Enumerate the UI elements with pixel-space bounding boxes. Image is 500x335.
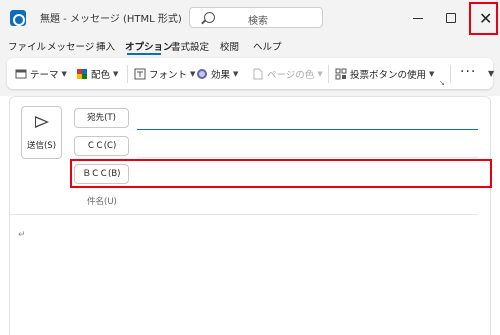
subject-label: 件名(U) <box>87 197 117 207</box>
active-tab-indicator <box>127 53 161 55</box>
chevron-down-icon: ▼ <box>429 70 435 78</box>
dialog-launcher-icon[interactable]: ↘ <box>439 79 445 87</box>
ribbon-separator <box>328 65 329 83</box>
ribbon-separator <box>127 65 128 83</box>
close-button[interactable]: ✕ <box>469 2 498 35</box>
page-color-button[interactable]: ページの色 ▼ <box>252 66 323 82</box>
search-placeholder: 検索 <box>248 16 268 27</box>
menu-message[interactable]: メッセージ <box>47 39 94 53</box>
compose-area <box>9 96 491 335</box>
theme-button[interactable]: テーマ ▼ <box>15 66 67 82</box>
page-color-label: ページの色 <box>267 70 315 81</box>
colors-button[interactable]: 配色 ▼ <box>76 66 118 82</box>
close-icon: ✕ <box>479 9 493 28</box>
ribbon-area: テーマ ▼ 配色 ▼ フォント ▼ 効果 ▼ ページの色 ▼ 投票ボタンの使用 … <box>0 56 500 96</box>
body-paragraph-mark: ↵ <box>18 230 26 240</box>
ribbon-separator <box>450 65 451 83</box>
menu-options[interactable]: オプション <box>125 39 173 53</box>
ribbon-toolbar: テーマ ▼ 配色 ▼ フォント ▼ 効果 ▼ ページの色 ▼ 投票ボタンの使用 … <box>7 58 494 89</box>
subject-field[interactable] <box>10 214 478 215</box>
colors-label: 配色 <box>91 70 111 81</box>
search-icon <box>204 12 215 23</box>
font-icon <box>134 68 146 80</box>
theme-icon <box>15 68 27 80</box>
effects-label: 効果 <box>211 70 231 81</box>
chevron-down-icon[interactable]: ▼ <box>488 69 494 78</box>
send-button[interactable]: 送信(S) <box>21 106 62 159</box>
menu-format[interactable]: 書式設定 <box>171 39 209 53</box>
to-button[interactable]: 宛先(T) <box>74 108 129 128</box>
theme-label: テーマ <box>30 70 59 81</box>
fonts-label: フォント <box>149 70 188 81</box>
outlook-app-icon <box>10 10 26 26</box>
menu-bar: ファイル メッセージ 挿入 オプション 書式設定 校閲 ヘルプ <box>0 36 500 56</box>
fonts-button[interactable]: フォント ▼ <box>134 66 195 82</box>
title-bar: 無題 - メッセージ (HTML 形式) 検索 ✕ <box>0 0 500 36</box>
cc-field[interactable] <box>137 157 478 158</box>
chevron-down-icon: ▼ <box>317 70 323 78</box>
chevron-down-icon: ▼ <box>233 70 239 78</box>
more-options-icon[interactable]: ··· <box>460 64 476 80</box>
color-palette-icon <box>76 68 88 80</box>
effects-button[interactable]: 効果 ▼ <box>196 66 238 82</box>
window-title: 無題 - メッセージ (HTML 形式) <box>40 14 182 25</box>
send-label: 送信(S) <box>26 141 57 151</box>
chevron-down-icon: ▼ <box>190 70 196 78</box>
send-icon <box>35 116 49 128</box>
bcc-highlight-box <box>70 159 492 188</box>
voting-buttons-label: 投票ボタンの使用 <box>350 70 427 81</box>
effects-icon <box>196 68 208 80</box>
search-box[interactable]: 検索 <box>189 7 323 28</box>
voting-buttons-button[interactable]: 投票ボタンの使用 ▼ <box>335 66 434 82</box>
page-color-icon <box>252 68 264 80</box>
minimize-icon[interactable] <box>408 8 428 28</box>
menu-insert[interactable]: 挿入 <box>96 39 115 53</box>
menu-file[interactable]: ファイル <box>8 39 46 53</box>
chevron-down-icon: ▼ <box>113 70 119 78</box>
to-field[interactable] <box>137 129 478 130</box>
maximize-icon[interactable] <box>440 8 460 28</box>
voting-icon <box>335 68 347 80</box>
menu-help[interactable]: ヘルプ <box>253 39 282 53</box>
chevron-down-icon: ▼ <box>61 70 67 78</box>
cc-button[interactable]: ＣＣ(C) <box>74 136 129 156</box>
menu-review[interactable]: 校閲 <box>220 39 239 53</box>
